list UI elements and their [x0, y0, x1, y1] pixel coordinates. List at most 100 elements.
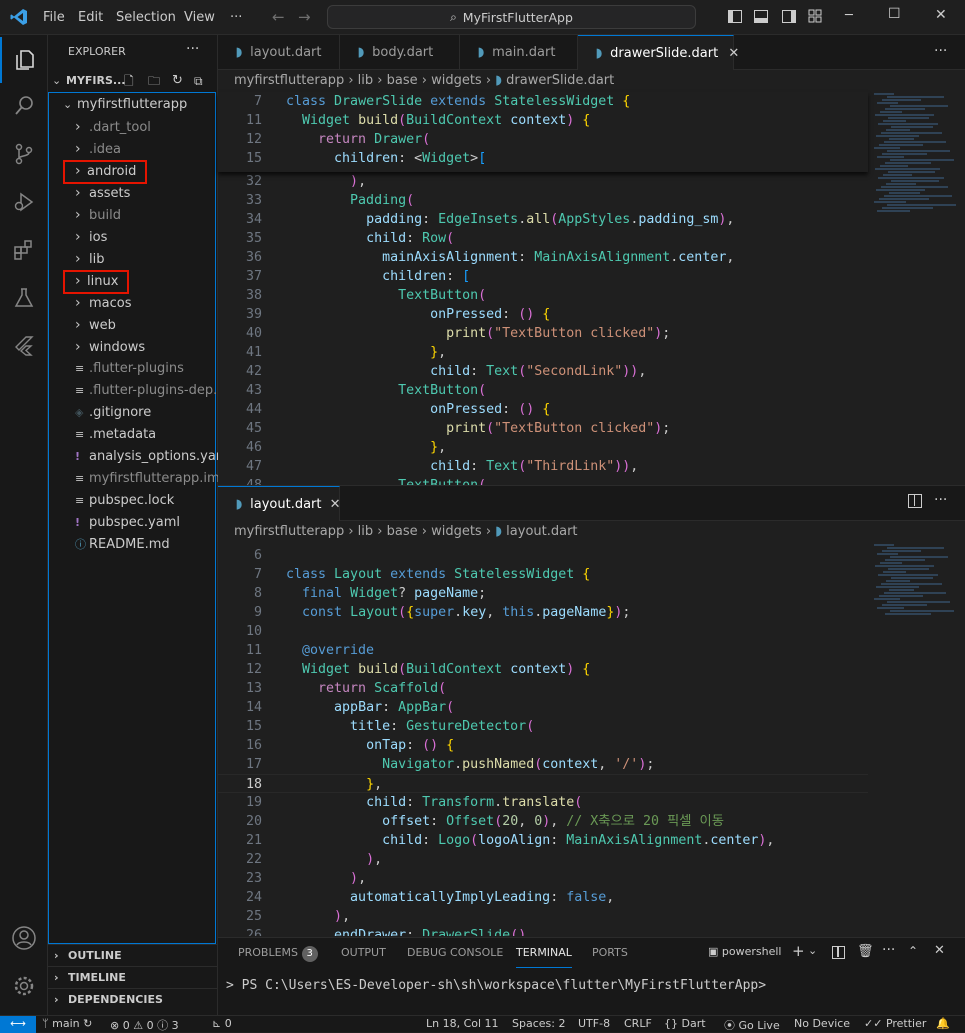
maximize-panel-icon[interactable]: ⌃ [908, 944, 918, 958]
file-item[interactable]: ≡ pubspec.lock [49, 490, 217, 512]
code-line[interactable]: 47 child: Text("ThirdLink")), [218, 457, 868, 476]
explorer-icon[interactable] [0, 37, 48, 83]
terminal-shell-selector[interactable]: ▣ powershell [708, 945, 782, 958]
panel-tab-output[interactable]: OUTPUT [341, 938, 386, 968]
code-line[interactable]: 44 onPressed: () { [218, 400, 868, 419]
code-line[interactable]: 42 child: Text("SecondLink")), [218, 362, 868, 381]
code-line[interactable]: 36 mainAxisAlignment: MainAxisAlignment.… [218, 248, 868, 267]
file-item[interactable]: ! pubspec.yaml [49, 512, 217, 534]
maximize-button[interactable]: ☐ [888, 6, 901, 22]
new-file-icon[interactable]: 🗋 [124, 70, 134, 92]
tab-main-dart[interactable]: ◗ main.dart [460, 35, 578, 70]
new-folder-icon[interactable]: 🗀 [148, 70, 160, 92]
device-selector[interactable]: No Device [794, 1017, 850, 1030]
code-line[interactable]: 6 [218, 546, 868, 565]
menu-edit[interactable]: Edit [78, 0, 103, 35]
tab-layout-dart-bottom[interactable]: ◗ layout.dart ✕ [218, 486, 341, 521]
explorer-root[interactable]: ⌄ MYFIRS... 🗋 🗀 ↻ ⧉ [48, 70, 218, 92]
editor-more-icon[interactable]: ··· [934, 43, 947, 59]
split-editor-icon[interactable] [908, 494, 922, 508]
folder-item[interactable]: › linux [49, 270, 217, 294]
code-line[interactable]: 8 final Widget? pageName; [218, 584, 868, 603]
code-line[interactable]: 7 class DrawerSlide extends StatelessWidg… [218, 92, 868, 111]
toggle-secondary-sidebar-icon[interactable] [782, 10, 796, 23]
panel-tab-debug-console[interactable]: DEBUG CONSOLE [407, 938, 503, 968]
terminal-prompt[interactable]: > PS C:\Users\ES-Developer-sh\sh\workspa… [226, 978, 766, 993]
breadcrumb-item[interactable]: layout.dart [506, 524, 577, 539]
timeline-section[interactable]: › TIMELINE [48, 966, 218, 988]
code-line[interactable]: 7 class Layout extends StatelessWidget { [218, 565, 868, 584]
code-line[interactable]: 16 onTap: () { [218, 736, 868, 755]
code-line[interactable]: 38 TextButton( [218, 286, 868, 305]
code-line[interactable]: 10 [218, 622, 868, 641]
file-item[interactable]: ≡ .flutter-plugins-dep... [49, 380, 226, 402]
code-line[interactable]: 45 print("TextButton clicked"); [218, 419, 868, 438]
more-actions-icon[interactable]: ··· [186, 41, 199, 57]
project-folder[interactable]: ⌄ myfirstflutterapp [49, 94, 217, 116]
file-item[interactable]: ≡ .metadata [49, 424, 217, 446]
folder-item[interactable]: › build [49, 204, 217, 226]
menu-more[interactable]: ··· [230, 0, 242, 35]
new-terminal-icon[interactable]: + [792, 942, 805, 960]
breadcrumb-item[interactable]: lib [358, 524, 373, 539]
testing-icon[interactable] [0, 275, 48, 321]
code-line[interactable]: 21 child: Logo(logoAlign: MainAxisAlignm… [218, 831, 868, 850]
cursor-position[interactable]: Ln 18, Col 11 [426, 1017, 499, 1030]
forward-arrow-icon[interactable]: → [298, 8, 311, 26]
minimap-bottom[interactable] [874, 543, 959, 623]
folder-item[interactable]: › windows [49, 336, 217, 358]
code-line[interactable]: 41 }, [218, 343, 868, 362]
menu-view[interactable]: View [184, 0, 215, 35]
code-line[interactable]: 22 ), [218, 850, 868, 869]
split-terminal-icon[interactable] [832, 946, 845, 959]
folder-item[interactable]: › web [49, 314, 217, 336]
encoding[interactable]: UTF-8 [578, 1017, 610, 1030]
menu-selection[interactable]: Selection [116, 0, 176, 35]
outline-section[interactable]: › OUTLINE [48, 944, 218, 966]
dependencies-section[interactable]: › DEPENDENCIES [48, 988, 218, 1010]
code-line[interactable]: 17 Navigator.pushNamed(context, '/'); [218, 755, 868, 774]
account-icon[interactable] [0, 915, 48, 961]
indentation[interactable]: Spaces: 2 [512, 1017, 565, 1030]
settings-gear-icon[interactable] [0, 963, 48, 1009]
breadcrumb-item[interactable]: drawerSlide.dart [506, 73, 614, 88]
tab-drawerslide-dart[interactable]: ◗ drawerSlide.dart ✕ [578, 35, 739, 70]
breadcrumb-item[interactable]: myfirstflutterapp [234, 73, 344, 88]
code-line[interactable]: 13 return Scaffold( [218, 679, 868, 698]
code-line[interactable]: 24 automaticallyImplyLeading: false, [218, 888, 868, 907]
close-tab-icon[interactable]: ✕ [728, 46, 739, 61]
folder-item[interactable]: › assets [49, 182, 217, 204]
eol[interactable]: CRLF [624, 1017, 652, 1030]
code-line[interactable]: 34 padding: EdgeInsets.all(AppStyles.pad… [218, 210, 868, 229]
close-button[interactable]: ✕ [935, 7, 947, 23]
file-item[interactable]: ≡ myfirstflutterapp.iml [49, 468, 223, 490]
folder-item[interactable]: › ios [49, 226, 217, 248]
panel-tab-problems[interactable]: PROBLEMS 3 [238, 938, 318, 968]
file-item[interactable]: ◈ .gitignore [49, 402, 217, 424]
folder-item[interactable]: › .idea [49, 138, 217, 160]
search-icon[interactable] [0, 83, 48, 129]
run-debug-icon[interactable] [0, 179, 48, 225]
code-line[interactable]: 18 }, [218, 774, 868, 793]
code-line[interactable]: 20 offset: Offset(20, 0), // X축으로 20 픽셀 … [218, 812, 868, 831]
file-item[interactable]: ≡ .flutter-plugins [49, 358, 217, 380]
toggle-panel-icon[interactable] [754, 10, 768, 23]
notifications-bell-icon[interactable]: 🔔 [936, 1017, 950, 1030]
code-line[interactable]: 11 @override [218, 641, 868, 660]
code-line[interactable]: 15 children: <Widget>[ [218, 149, 868, 168]
chevron-down-icon[interactable]: ⌄ [808, 944, 817, 957]
problems-indicator[interactable]: ⊗ 0 ⚠ 0 ⓘ 3 [110, 1017, 179, 1033]
panel-tab-ports[interactable]: PORTS [592, 938, 628, 968]
go-live-button[interactable]: ⦿ Go Live [724, 1017, 780, 1033]
minimap-top[interactable] [874, 92, 959, 222]
prettier-status[interactable]: ✓✓ Prettier [864, 1017, 926, 1030]
breadcrumb-item[interactable]: myfirstflutterapp [234, 524, 344, 539]
close-tab-icon[interactable]: ✕ [330, 497, 341, 512]
close-panel-icon[interactable]: ✕ [934, 943, 945, 958]
code-line[interactable]: 12 Widget build(BuildContext context) { [218, 660, 868, 679]
collapse-all-icon[interactable]: ⧉ [194, 70, 203, 92]
panel-tab-terminal[interactable]: TERMINAL [516, 938, 572, 968]
panel-more-icon[interactable]: ··· [882, 942, 895, 958]
back-arrow-icon[interactable]: ← [272, 8, 285, 26]
source-control-icon[interactable] [0, 131, 48, 177]
